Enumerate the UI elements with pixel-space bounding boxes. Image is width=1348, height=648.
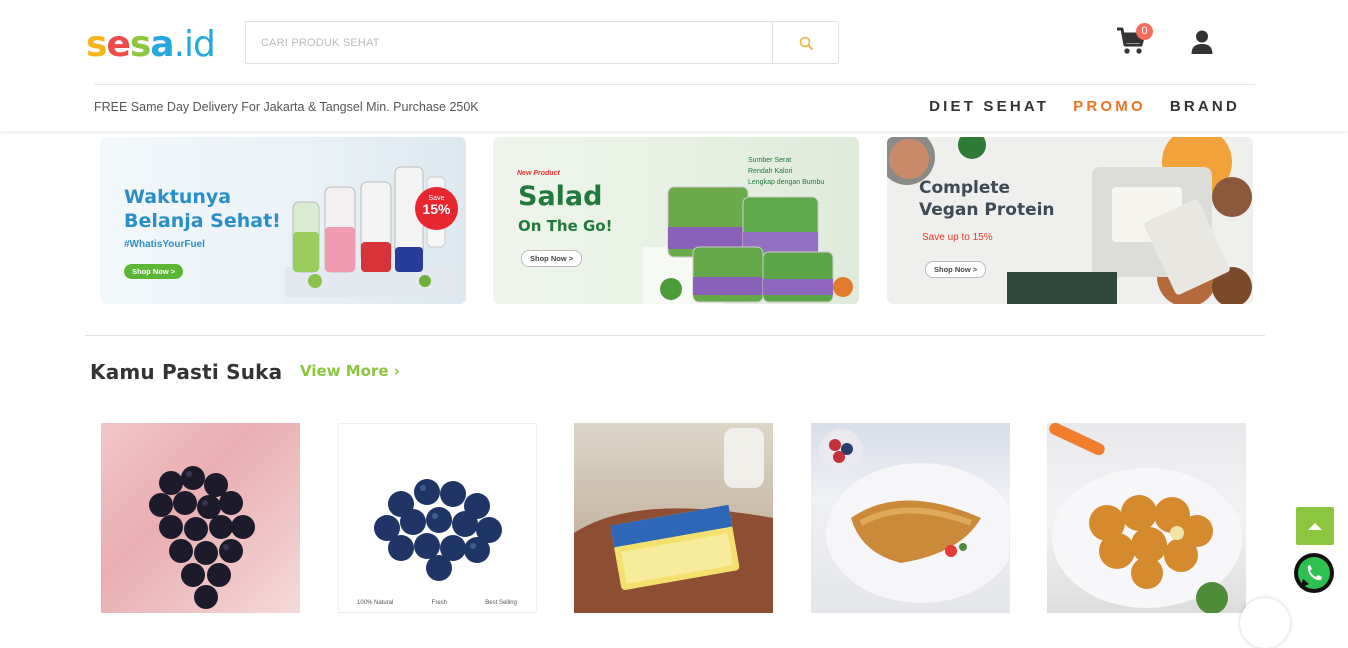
banner-title: Waktunya Belanja Sehat! [124, 186, 281, 232]
banner-hashtag: #WhatisYourFuel [124, 239, 205, 250]
logo-letter: a [150, 24, 174, 65]
whatsapp-button[interactable] [1289, 549, 1339, 599]
carousel-next-button[interactable] [1240, 598, 1290, 648]
view-more-link[interactable]: View More › [300, 362, 400, 380]
search-icon [799, 36, 813, 50]
logo-letter: e [106, 24, 130, 65]
search-input[interactable] [246, 22, 772, 63]
product-card-blueberries[interactable]: 100% Natural Fresh Best Selling [338, 423, 537, 613]
account-button[interactable] [1191, 30, 1215, 56]
product-card-chicken-katsu[interactable] [811, 423, 1010, 613]
product-badges: 100% Natural Fresh Best Selling [357, 600, 517, 606]
main-nav: DIET SEHAT PROMO BRAND [929, 98, 1240, 115]
chevron-up-icon [1308, 523, 1322, 530]
logo-domain: .id [173, 24, 216, 65]
header-divider [94, 84, 1255, 85]
banner-save-text: Save up to 15% [922, 232, 993, 243]
section-title: Kamu Pasti Suka [90, 360, 283, 384]
nav-brand[interactable]: BRAND [1170, 98, 1240, 115]
product-image [819, 429, 1010, 603]
save-15-badge: Save 15% [415, 187, 458, 230]
site-header: s e s a .id 0 FREE Same Day Delivery For [0, 0, 1348, 131]
search-bar [245, 21, 839, 64]
banner-salad-on-the-go[interactable]: New Product Salad On The Go! Shop Now > … [493, 137, 859, 304]
user-icon [1191, 30, 1213, 54]
salad-boxes-image [643, 186, 853, 304]
banner-title: Complete Vegan Protein [919, 178, 1055, 220]
banner-shop-button[interactable]: Shop Now > [521, 250, 583, 267]
nav-promo[interactable]: PROMO [1073, 98, 1146, 115]
product-image [1049, 423, 1242, 613]
delivery-tagline: FREE Same Day Delivery For Jakarta & Tan… [94, 100, 479, 114]
banner-subtitle: On The Go! [518, 217, 613, 235]
nav-diet-sehat[interactable]: DIET SEHAT [929, 98, 1049, 115]
banner-belanja-sehat[interactable]: Waktunya Belanja Sehat! #WhatisYourFuel … [100, 137, 466, 304]
product-image [574, 428, 773, 613]
banner-vegan-protein[interactable]: Complete Vegan Protein Save up to 15% Sh… [887, 137, 1253, 304]
banner-shop-button[interactable]: Shop Now > [925, 261, 987, 278]
back-to-top-button[interactable] [1296, 507, 1334, 545]
product-image [374, 479, 502, 581]
new-product-tag: New Product [517, 170, 560, 177]
search-button[interactable] [772, 22, 838, 63]
product-card-anchor-butter[interactable] [574, 423, 773, 613]
cart-button[interactable]: 0 [1116, 23, 1153, 59]
section-divider [85, 335, 1265, 336]
product-card-grapes[interactable] [101, 423, 300, 613]
whatsapp-icon [1290, 550, 1338, 598]
banner-title: Salad [518, 181, 603, 212]
logo-letter: s [86, 24, 107, 65]
product-card-chicken-nuggets[interactable] [1047, 423, 1246, 613]
sesa-logo[interactable]: s e s a .id [86, 24, 216, 65]
logo-letter: s [129, 24, 151, 65]
product-image [149, 466, 255, 609]
cart-count-badge: 0 [1136, 23, 1153, 40]
banner-shop-button[interactable]: Shop Now > [124, 264, 184, 279]
